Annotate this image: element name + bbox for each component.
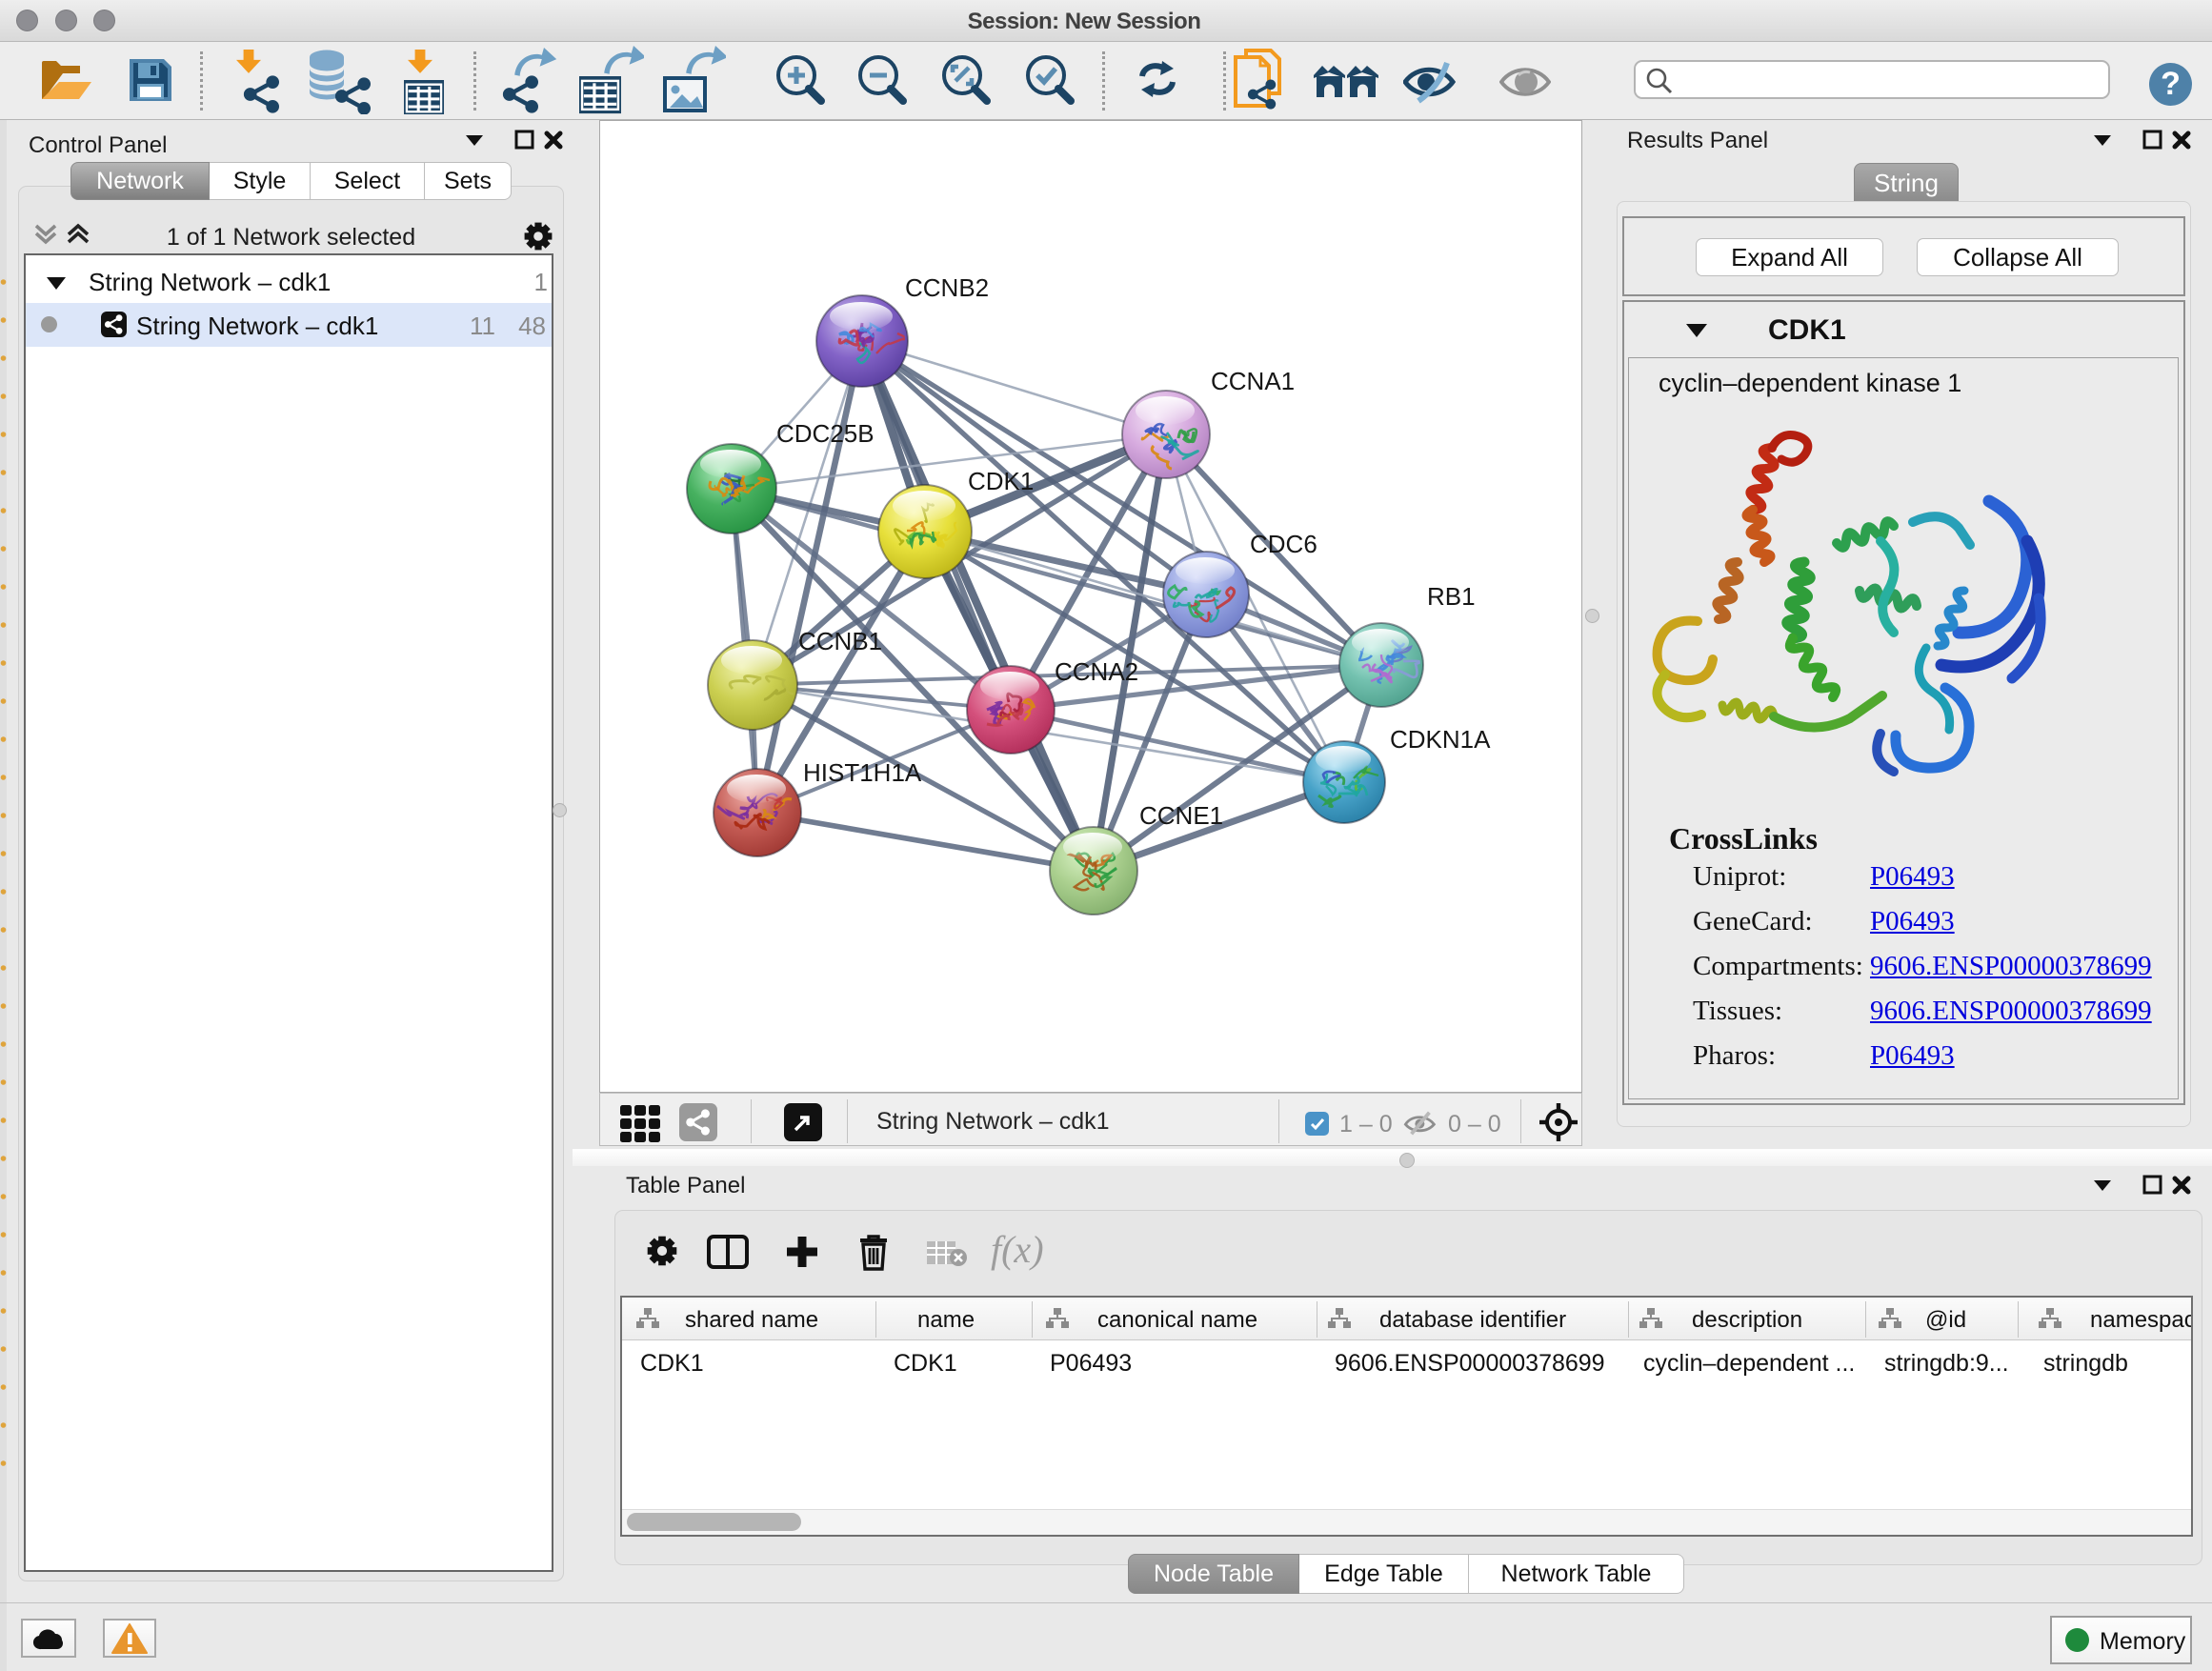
svg-text:CDK1: CDK1 [968, 467, 1034, 495]
svg-text:RB1: RB1 [1427, 582, 1476, 611]
svg-text:CCNB2: CCNB2 [905, 273, 989, 302]
svg-text:CCNA2: CCNA2 [1055, 657, 1138, 686]
svg-text:CCNB1: CCNB1 [798, 627, 882, 655]
svg-text:CDC6: CDC6 [1250, 530, 1317, 558]
svg-text:CCNA1: CCNA1 [1211, 367, 1295, 395]
svg-text:CDKN1A: CDKN1A [1390, 725, 1491, 754]
svg-text:CCNE1: CCNE1 [1139, 801, 1223, 830]
svg-text:HIST1H1A: HIST1H1A [803, 758, 922, 787]
svg-text:CDC25B: CDC25B [776, 419, 875, 448]
